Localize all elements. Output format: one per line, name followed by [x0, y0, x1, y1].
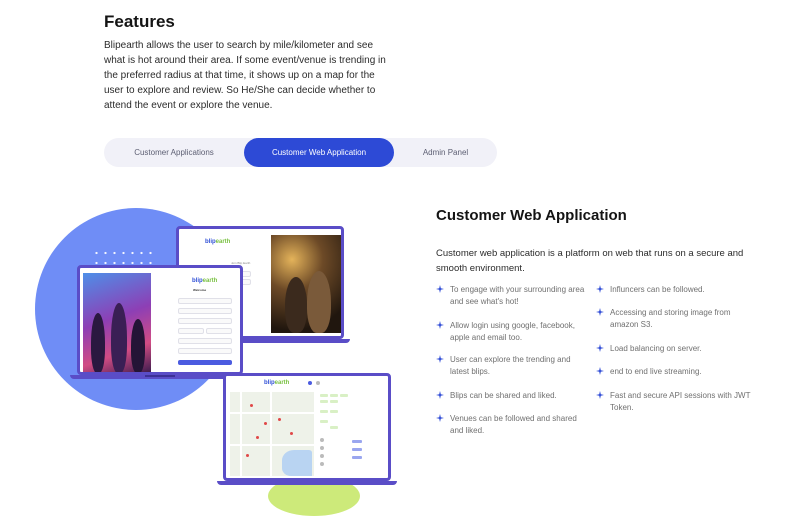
- map-pin: [278, 418, 281, 421]
- mockup-list-avatar: [320, 462, 324, 466]
- feature-item: Blips can be shared and liked.: [436, 390, 590, 402]
- mockup-tag: [320, 410, 328, 413]
- section-title: Customer Web Application: [436, 207, 627, 224]
- mockup-field: [178, 298, 232, 304]
- photo-person: [307, 271, 331, 333]
- mockup-tag: [320, 400, 328, 403]
- laptop-hinge: [145, 375, 175, 377]
- mockup-list-button: [352, 456, 362, 459]
- sparkle-icon: [596, 367, 604, 375]
- mockup-welcome: Welcome: [193, 288, 207, 292]
- map-pin: [246, 454, 249, 457]
- mockup-nav-dot: [308, 381, 312, 385]
- features-title: Features: [104, 12, 175, 31]
- sparkle-icon: [436, 391, 444, 399]
- section-description: Customer web application is a platform o…: [436, 248, 744, 274]
- tab-customer-web-application[interactable]: Customer Web Application: [244, 138, 394, 167]
- feature-item: Venues can be followed and shared and li…: [436, 413, 590, 436]
- feature-item: Accessing and storing image from amazon …: [596, 307, 760, 330]
- mockup-tag: [320, 394, 328, 397]
- map-water: [282, 450, 312, 476]
- mockup-logo: blipearth: [192, 278, 218, 284]
- mockup-list-avatar: [320, 446, 324, 450]
- sparkle-icon: [596, 344, 604, 352]
- sparkle-icon: [436, 414, 444, 422]
- mockup-logo: blipearth: [205, 239, 231, 245]
- laptop-map-screen: blipearth: [223, 373, 391, 481]
- feature-item: Fast and secure API sessions with JWT To…: [596, 390, 760, 413]
- mockup-tag: [340, 394, 348, 397]
- party-photo: [83, 273, 151, 372]
- sparkle-icon: [596, 285, 604, 293]
- platform-tabs: Customer Applications Customer Web Appli…: [104, 138, 497, 167]
- couple-photo: [271, 235, 341, 333]
- laptop-illustration: blipearth Join Blip Earth blipearth Welc…: [0, 190, 410, 516]
- feature-item: To engage with your surrounding area and…: [436, 284, 590, 307]
- photo-person: [91, 313, 105, 372]
- laptop-login-screen: blipearth Welcome: [77, 265, 243, 375]
- laptop-base: [217, 481, 397, 485]
- mockup-field: [178, 328, 204, 334]
- mockup-list-button: [352, 440, 362, 443]
- feature-item: User can explore the trending and latest…: [436, 354, 590, 377]
- map-road: [270, 392, 272, 476]
- mockup-nav-dot: [316, 381, 320, 385]
- map-pin: [290, 432, 293, 435]
- photo-person: [111, 303, 127, 372]
- features-description: Blipearth allows the user to search by m…: [104, 40, 386, 111]
- mockup-field: [178, 318, 232, 324]
- sparkle-icon: [436, 355, 444, 363]
- sparkle-icon: [436, 285, 444, 293]
- mockup-tag: [330, 394, 338, 397]
- photo-person: [131, 319, 145, 372]
- map-road: [230, 444, 314, 446]
- mockup-sign-in-button: [178, 360, 232, 365]
- mockup-list-avatar: [320, 454, 324, 458]
- photo-person: [285, 277, 307, 333]
- tab-admin-panel[interactable]: Admin Panel: [394, 138, 497, 167]
- map-pin: [250, 404, 253, 407]
- feature-item: Load balancing on server.: [596, 343, 760, 355]
- mockup-list-avatar: [320, 438, 324, 442]
- mockup-field: [178, 348, 232, 354]
- mockup-tag: [330, 400, 338, 403]
- mockup-tag: [330, 426, 338, 429]
- mockup-tag: [330, 410, 338, 413]
- feature-item: Influncers can be followed.: [596, 284, 760, 296]
- feature-item: end to end live streaming.: [596, 366, 760, 378]
- map-road: [230, 412, 314, 414]
- mockup-logo: blipearth: [264, 380, 290, 386]
- mockup-tag: [320, 420, 328, 423]
- sparkle-icon: [596, 308, 604, 316]
- sparkle-icon: [436, 321, 444, 329]
- mockup-list-button: [352, 448, 362, 451]
- tab-customer-applications[interactable]: Customer Applications: [104, 138, 244, 167]
- feature-item: Allow login using google, facebook, appl…: [436, 320, 590, 343]
- sparkle-icon: [596, 391, 604, 399]
- mockup-map: [230, 392, 314, 476]
- map-road: [240, 392, 242, 476]
- map-pin: [264, 422, 267, 425]
- mockup-field: [178, 308, 232, 314]
- mockup-field: [178, 338, 232, 344]
- map-pin: [256, 436, 259, 439]
- mockup-field: [206, 328, 232, 334]
